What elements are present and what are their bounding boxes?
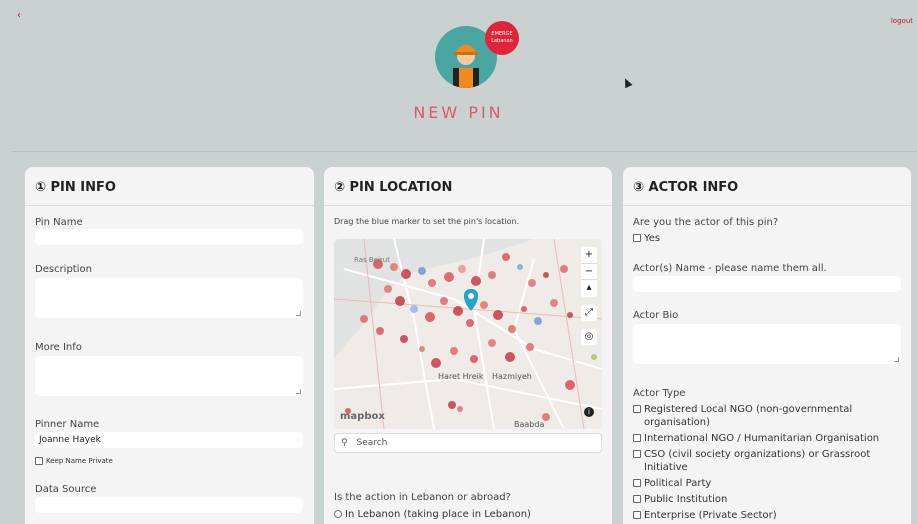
search-icon: ⚲ <box>341 438 348 448</box>
actor-type-label-text: CSO (civil society organizations) or Gra… <box>644 449 871 473</box>
logout-link[interactable]: logout <box>891 17 913 25</box>
action-location-question: Is the action in Lebanon or abroad? <box>334 492 511 503</box>
keep-private-checkbox[interactable] <box>35 457 43 465</box>
mouse-cursor-icon <box>621 76 633 89</box>
data-source-label: Data Source <box>35 484 97 495</box>
are-you-actor-label: Are you the actor of this pin? <box>633 217 779 228</box>
map-instruction: Drag the blue marker to set the pin's lo… <box>334 217 520 226</box>
keep-private-row[interactable]: Keep Name Private <box>35 457 113 465</box>
pin-info-title: ① PIN INFO <box>25 167 314 206</box>
mapbox-logo: mapbox <box>340 411 385 422</box>
location-map[interactable]: Ras Beirut Haret Hreik Hazmiyeh Baabda m… <box>334 239 602 429</box>
option-lebanon-radio[interactable] <box>334 510 342 518</box>
divider <box>12 151 917 152</box>
badge-text: EMERGE <box>491 31 513 37</box>
actors-name-input[interactable] <box>633 276 901 292</box>
actor-type-option[interactable]: Public Institution <box>633 493 905 506</box>
data-source-input[interactable] <box>35 497 303 513</box>
back-button[interactable]: ‹ <box>17 10 21 21</box>
actor-type-label-text: Public Institution <box>644 494 728 505</box>
actor-type-checkbox[interactable] <box>633 511 641 519</box>
more-info-label: More Info <box>35 342 82 353</box>
actor-type-label-text: Political Party <box>644 478 712 489</box>
pin-name-label: Pin Name <box>35 217 83 228</box>
actor-type-checkbox[interactable] <box>633 479 641 487</box>
description-textarea[interactable] <box>35 278 303 318</box>
pin-location-panel: ② PIN LOCATION Drag the blue marker to s… <box>324 167 612 524</box>
yes-checkbox[interactable] <box>633 234 641 242</box>
map-label-hazmiyeh: Hazmiyeh <box>492 372 532 381</box>
more-info-textarea[interactable] <box>35 356 303 396</box>
zoom-out-button[interactable]: − <box>581 263 597 279</box>
actors-name-label: Actor(s) Name - please name them all. <box>633 263 827 274</box>
emerge-badge: EMERGE Lebanon <box>485 21 519 55</box>
compass-icon[interactable]: ▴ <box>581 279 597 295</box>
description-label: Description <box>35 264 92 275</box>
keep-private-label: Keep Name Private <box>46 457 113 465</box>
actor-info-panel: ③ ACTOR INFO Are you the actor of this p… <box>623 167 911 524</box>
actor-type-option[interactable]: Enterprise (Private Sector) <box>633 509 905 522</box>
pin-name-input[interactable] <box>35 229 303 245</box>
actor-type-label-text: Enterprise (Private Sector) <box>644 510 777 521</box>
actor-type-option[interactable]: CSO (civil society organizations) or Gra… <box>633 448 905 474</box>
option-lebanon-label: In Lebanon (taking place in Lebanon) <box>345 509 531 520</box>
search-placeholder: Search <box>356 438 388 448</box>
pinner-name-label: Pinner Name <box>35 419 100 430</box>
actor-type-label-text: Registered Local NGO (non-governmental o… <box>644 404 853 428</box>
map-canvas <box>334 239 602 429</box>
actor-type-label-text: International NGO / Humanitarian Organis… <box>644 433 880 444</box>
fullscreen-icon[interactable]: ⤢ <box>581 305 597 321</box>
actor-type-list: Registered Local NGO (non-governmental o… <box>633 403 905 524</box>
actor-type-option[interactable]: Registered Local NGO (non-governmental o… <box>633 403 905 429</box>
zoom-controls: + − ▴ <box>581 247 597 297</box>
pin-location-title: ② PIN LOCATION <box>324 167 612 206</box>
actor-info-title: ③ ACTOR INFO <box>623 167 911 206</box>
pin-info-panel: ① PIN INFO Pin Name Description More Inf… <box>25 167 314 524</box>
actor-type-option[interactable]: Political Party <box>633 477 905 490</box>
yes-label: Yes <box>644 233 661 244</box>
zoom-in-button[interactable]: + <box>581 247 597 263</box>
actor-bio-textarea[interactable] <box>633 324 901 364</box>
actor-bio-label: Actor Bio <box>633 310 679 321</box>
actor-type-option[interactable]: International NGO / Humanitarian Organis… <box>633 432 905 445</box>
info-icon[interactable]: i <box>584 407 594 417</box>
page-title: NEW PIN <box>413 103 504 122</box>
pinner-name-input[interactable]: Joanne Hayek <box>35 432 303 448</box>
actor-type-label: Actor Type <box>633 388 686 399</box>
map-search-input[interactable]: ⚲ Search <box>334 433 602 453</box>
option-lebanon-row[interactable]: In Lebanon (taking place in Lebanon) <box>334 509 531 520</box>
geolocate-icon[interactable]: ◎ <box>581 329 597 345</box>
actor-type-checkbox[interactable] <box>633 450 641 458</box>
map-label-ras-beirut: Ras Beirut <box>354 256 390 264</box>
actor-type-checkbox[interactable] <box>633 405 641 413</box>
actor-type-checkbox[interactable] <box>633 434 641 442</box>
map-label-baabda: Baabda <box>514 420 545 429</box>
actor-type-checkbox[interactable] <box>633 495 641 503</box>
badge-subtext: Lebanon <box>491 38 513 44</box>
map-label-haret-hreik: Haret Hreik <box>438 372 484 381</box>
yes-row[interactable]: Yes <box>633 233 660 244</box>
